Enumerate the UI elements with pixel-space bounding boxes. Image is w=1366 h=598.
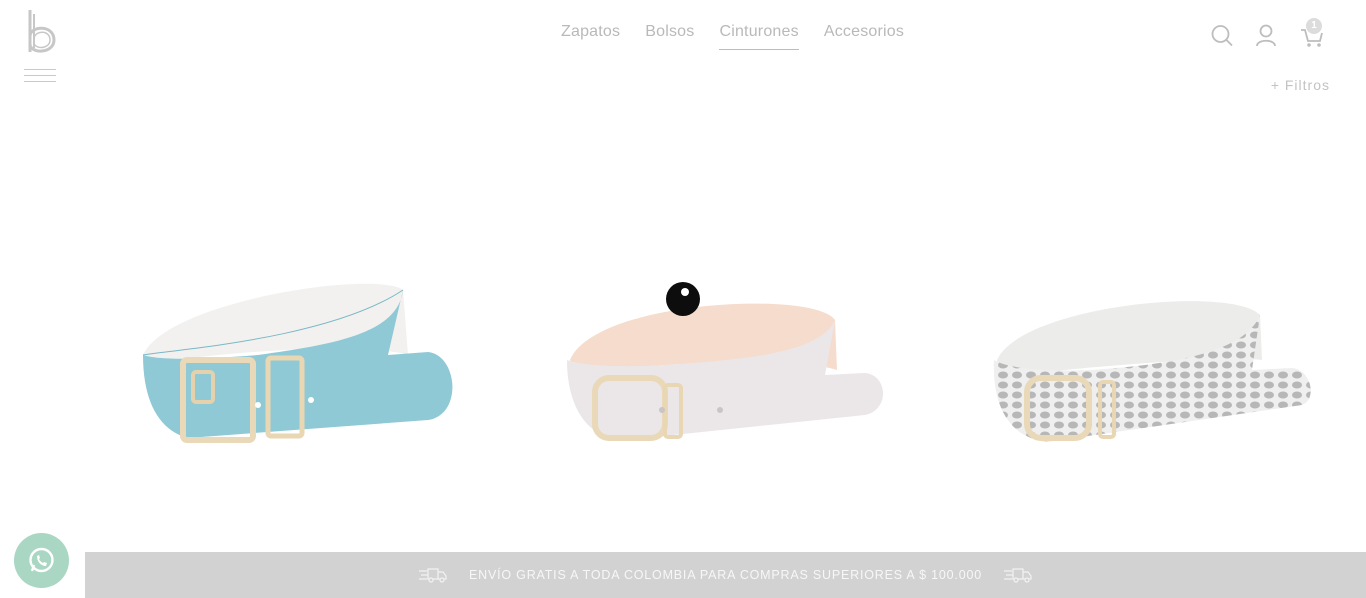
shipping-banner: ENVÍO GRATIS A TODA COLOMBIA PARA COMPRA…	[85, 552, 1366, 598]
b-logo-icon[interactable]	[24, 8, 58, 56]
belt-image	[993, 301, 1311, 442]
cart-count-badge: 1	[1306, 18, 1322, 34]
nav-item-bolsos[interactable]: Bolsos	[645, 23, 694, 50]
cursor-indicator	[666, 282, 700, 316]
nav-item-cinturones[interactable]: Cinturones	[719, 23, 799, 50]
product-card[interactable]	[128, 260, 468, 460]
whatsapp-icon	[29, 547, 54, 573]
product-card[interactable]	[982, 260, 1322, 460]
search-icon[interactable]	[1210, 22, 1234, 48]
product-card[interactable]	[555, 260, 895, 460]
hamburger-menu-button[interactable]	[24, 68, 56, 84]
nav-item-accesorios[interactable]: Accesorios	[824, 23, 904, 50]
nav-item-zapatos[interactable]: Zapatos	[561, 23, 620, 50]
filters-toggle[interactable]: + Filtros	[1271, 77, 1330, 93]
delivery-truck-icon	[1003, 568, 1032, 583]
belt-image	[142, 283, 453, 443]
delivery-truck-icon	[419, 568, 447, 583]
whatsapp-button[interactable]	[14, 533, 69, 588]
belt-image	[567, 303, 884, 441]
shipping-banner-text: ENVÍO GRATIS A TODA COLOMBIA PARA COMPRA…	[469, 568, 982, 582]
user-icon[interactable]	[1254, 22, 1278, 48]
